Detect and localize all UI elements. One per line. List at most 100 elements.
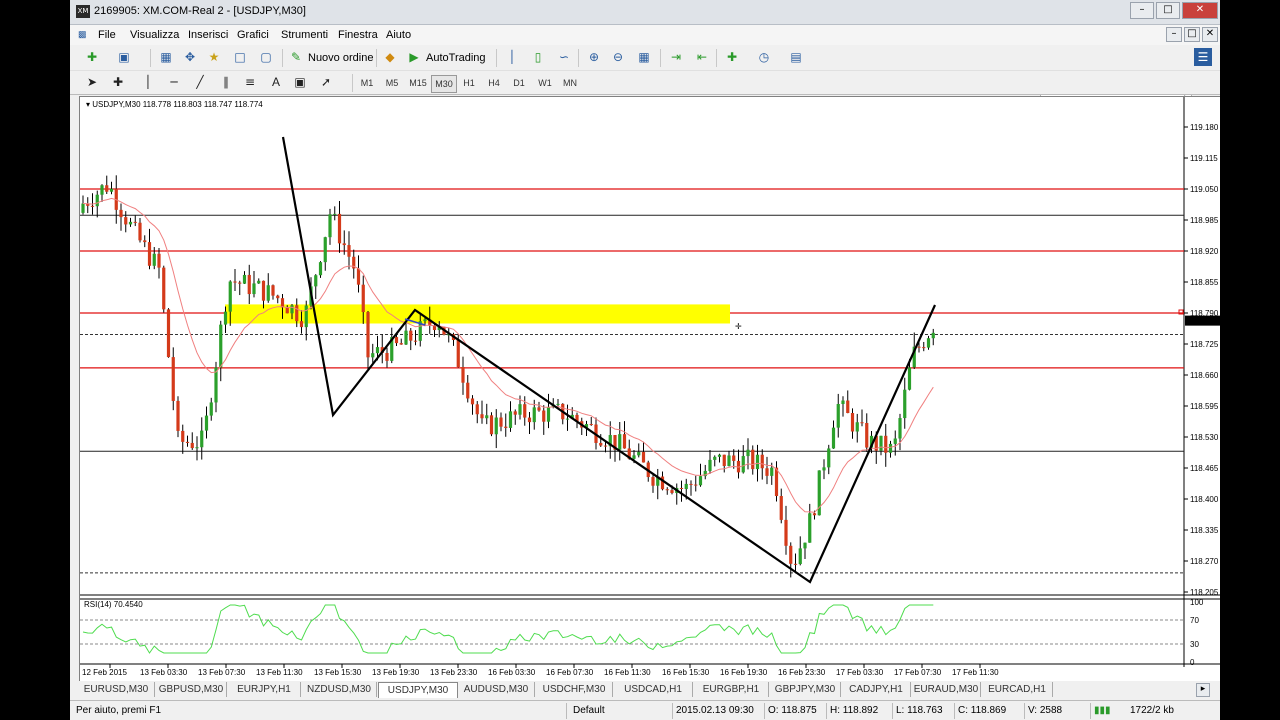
candle-body (542, 410, 546, 422)
price-tick-label: 118.465 (1190, 464, 1219, 473)
timeframe-m15[interactable]: M15 (406, 75, 430, 91)
chart-tab[interactable]: EURGBP,H1 (694, 682, 769, 697)
candle-body (214, 367, 218, 403)
tabs-scroll-icon[interactable]: ▸ (1196, 683, 1210, 697)
trendline-icon[interactable]: ╱ (190, 73, 210, 91)
candle-body (109, 188, 114, 192)
candle-body (803, 542, 807, 549)
candle-body (133, 221, 137, 223)
timeframe-mn[interactable]: MN (558, 75, 582, 91)
new-order-icon[interactable]: ✎ (286, 48, 306, 66)
price-chart[interactable]: 119.180 119.115 119.050 118.985 118.920 118.8… (80, 97, 1220, 681)
candlestick-icon[interactable]: ▯ (528, 48, 548, 66)
candle-body (461, 366, 465, 383)
price-tick-label: 119.115 (1190, 154, 1218, 163)
crosshair-icon[interactable]: ✚ (108, 73, 128, 91)
candle-body (219, 324, 223, 368)
price-tick-label: 118.855 (1190, 278, 1219, 287)
timeframe-h1[interactable]: H1 (457, 75, 481, 91)
chart-tab[interactable]: USDJPY,M30 (378, 682, 458, 698)
zoom-in-icon[interactable]: ⊕ (584, 48, 604, 66)
zoom-out-icon[interactable]: ⊖ (608, 48, 628, 66)
line-chart-icon[interactable]: ∽ (554, 48, 574, 66)
terminal-icon[interactable]: □ (230, 48, 250, 66)
candle-body (632, 455, 636, 459)
fibonacci-icon[interactable]: ≡ (240, 73, 260, 91)
chart-shift-icon[interactable]: ⇤ (692, 48, 712, 66)
candle-body (793, 563, 798, 565)
data-window-icon[interactable]: ★ (204, 48, 224, 66)
close-button[interactable]: ✕ (1182, 2, 1218, 19)
timeframe-m1[interactable]: M1 (355, 75, 379, 91)
rsi-line (82, 604, 934, 654)
arrows-icon[interactable]: ➚ (316, 73, 336, 91)
equidistant-channel-icon[interactable]: ∥ (216, 73, 236, 91)
chart-tab[interactable]: EURJPY,H1 (228, 682, 301, 697)
indicators-icon[interactable]: ✚ (722, 48, 742, 66)
status-traffic: 1722/2 kb (1130, 705, 1174, 716)
navigator-icon[interactable]: ✥ (180, 48, 200, 66)
chart-tab[interactable]: AUDUSD,M30 (458, 682, 535, 697)
autotrading-icon[interactable]: ▶ (404, 48, 424, 66)
menu-window[interactable]: Finestra (338, 29, 378, 41)
candle-body (475, 404, 479, 415)
app-logo-icon: XM (76, 5, 90, 18)
chart-tab[interactable]: EURCAD,H1 (982, 682, 1053, 697)
timeframe-h4[interactable]: H4 (482, 75, 506, 91)
chart-window[interactable]: 119.180 119.115 119.050 118.985 118.920 118.8… (79, 96, 1220, 682)
chart-tab[interactable]: USDCAD,H1 (614, 682, 693, 697)
strategy-tester-icon[interactable]: ▢ (256, 48, 276, 66)
inner-restore-button[interactable]: □ (1184, 27, 1200, 42)
rsi-tick-label: 0 (1190, 658, 1195, 667)
tile-windows-icon[interactable]: ▦ (634, 48, 654, 66)
candle-body (926, 338, 931, 348)
chart-tab[interactable]: NZDUSD,M30 (302, 682, 377, 697)
price-tick-label: 118.660 (1190, 371, 1219, 380)
menu-file[interactable]: File (98, 29, 116, 41)
timeframe-m30[interactable]: M30 (431, 75, 457, 93)
menu-help[interactable]: Aiuto (386, 29, 411, 41)
line-studies-toolbar: ➤ ✚ │ ─ ╱ ∥ ≡ A ▣ ➚ M1 M5 M15 M30 H1 H4 … (70, 71, 1220, 95)
chart-tab[interactable]: USDCHF,M30 (536, 682, 613, 697)
auto-scroll-icon[interactable]: ⇥ (666, 48, 686, 66)
text-label-icon[interactable]: A (266, 73, 286, 91)
chart-tab[interactable]: EURUSD,M30 (78, 682, 155, 697)
candle-body (185, 441, 190, 443)
profiles-icon[interactable]: ▣ (114, 48, 134, 66)
horizontal-line-icon[interactable]: ─ (164, 73, 184, 91)
menu-tools[interactable]: Strumenti (281, 29, 328, 41)
periods-icon[interactable]: ◷ (754, 48, 774, 66)
cursor-icon[interactable]: ➤ (82, 73, 102, 91)
chart-tab[interactable]: CADJPY,H1 (842, 682, 911, 697)
candle-body (774, 467, 779, 497)
market-watch-icon[interactable]: ▦ (156, 48, 176, 66)
chart-tab[interactable]: GBPUSD,M30 (156, 682, 227, 697)
inner-minimize-button[interactable]: – (1166, 27, 1182, 42)
menu-insert[interactable]: Inserisci (188, 29, 228, 41)
autotrading-button[interactable]: AutoTrading (426, 52, 486, 64)
candle-body (138, 222, 142, 241)
templates-icon[interactable]: ▤ (786, 48, 806, 66)
metaeditor-icon[interactable]: ◆ (380, 48, 400, 66)
restore-button[interactable]: □ (1156, 2, 1180, 19)
timeframe-m5[interactable]: M5 (380, 75, 404, 91)
candle-body (147, 242, 152, 266)
chart-tab[interactable]: EURAUD,M30 (912, 682, 981, 697)
new-chart-icon[interactable]: ✚ (82, 48, 102, 66)
bar-chart-icon[interactable]: │ (502, 48, 522, 66)
text-box-icon[interactable]: ▣ (290, 73, 310, 91)
vertical-line-icon[interactable]: │ (138, 73, 158, 91)
price-tick-label: 118.205 (1190, 588, 1219, 597)
status-bar: Per aiuto, premi F1 Default 2015.02.13 0… (70, 700, 1220, 720)
minimize-button[interactable]: – (1130, 2, 1154, 19)
timeframe-d1[interactable]: D1 (507, 75, 531, 91)
terminal-window: XM 2169905: XM.COM-Real 2 - [USDJPY,M30]… (70, 0, 1220, 720)
inner-close-button[interactable]: ✕ (1202, 27, 1218, 42)
candle-body (176, 400, 180, 431)
chart-tab[interactable]: GBPJPY,M30 (770, 682, 841, 697)
new-order-button[interactable]: Nuovo ordine (308, 52, 373, 64)
menu-view[interactable]: Visualizza (130, 29, 179, 41)
timeframe-w1[interactable]: W1 (533, 75, 557, 91)
community-icon[interactable]: ☰ (1194, 48, 1212, 66)
menu-charts[interactable]: Grafici (237, 29, 269, 41)
